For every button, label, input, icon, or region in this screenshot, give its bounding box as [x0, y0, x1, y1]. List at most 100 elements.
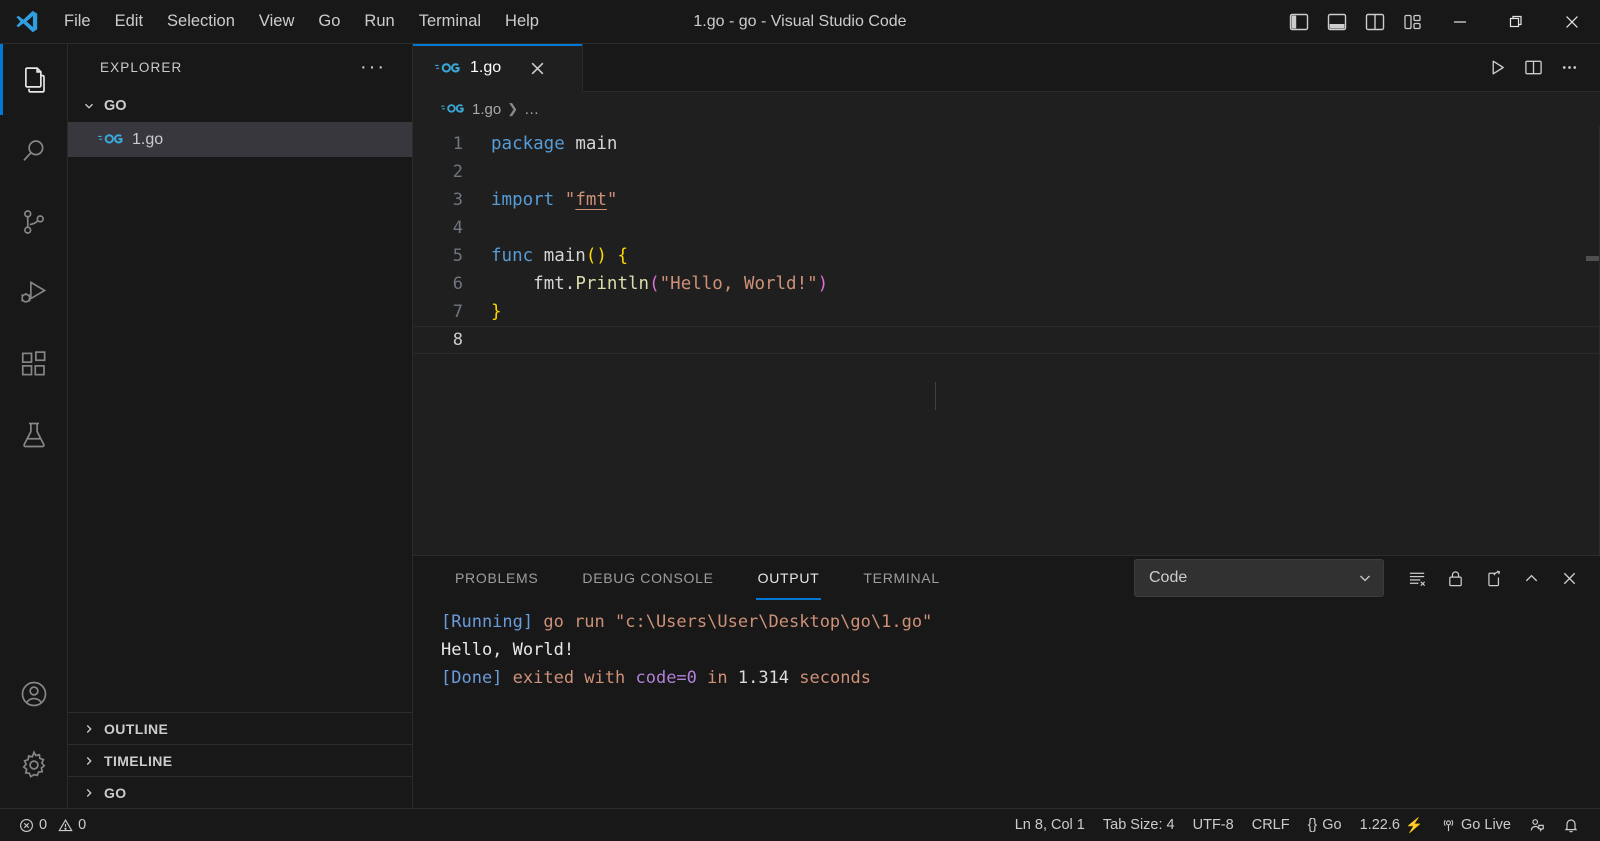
menu-view[interactable]: View: [247, 7, 306, 36]
chevron-down-icon: [1357, 570, 1373, 586]
activity-item-testing[interactable]: [0, 399, 68, 470]
output-channel-select[interactable]: Code: [1134, 559, 1384, 597]
panel-tab-problems[interactable]: PROBLEMS: [441, 556, 552, 600]
menu-run[interactable]: Run: [352, 7, 406, 36]
panel-tab-terminal[interactable]: TERMINAL: [849, 556, 953, 600]
breadcrumb-file-label: 1.go: [472, 100, 502, 118]
output-done-seconds: seconds: [789, 668, 871, 688]
breadcrumb-trail[interactable]: …: [524, 101, 539, 118]
breadcrumb-separator-icon: ❯: [507, 101, 519, 116]
output-running-command: go run "c:\Users\User\Desktop\go\1.go": [533, 612, 933, 632]
token-brace: }: [491, 302, 502, 322]
lightning-icon: ⚡: [1404, 817, 1424, 834]
token-package-ref: fmt: [533, 274, 565, 294]
breadcrumb-file[interactable]: 1.go: [441, 101, 501, 118]
go-file-icon: [441, 102, 465, 116]
panel-tab-output[interactable]: OUTPUT: [744, 556, 834, 600]
activity-item-explorer[interactable]: [0, 44, 68, 115]
token-quote: ": [564, 190, 576, 210]
window-close-button[interactable]: [1544, 0, 1600, 44]
sidebar-more-actions-icon[interactable]: ···: [354, 57, 392, 77]
menu-edit[interactable]: Edit: [103, 7, 155, 36]
play-icon[interactable]: [1480, 51, 1514, 85]
gear-icon: [19, 749, 49, 780]
menu-selection[interactable]: Selection: [155, 7, 247, 36]
status-problems[interactable]: 0 0: [10, 813, 95, 837]
status-go-version[interactable]: 1.22.6 ⚡: [1351, 813, 1432, 838]
token-dot: .: [564, 274, 576, 294]
editor-tabs-bar: 1.go: [413, 44, 1600, 92]
sidebar-section-timeline[interactable]: TIMELINE: [68, 744, 412, 776]
line-number: 1: [452, 134, 463, 154]
close-icon[interactable]: [1552, 561, 1586, 595]
token-import-path: fmt: [575, 190, 607, 210]
code-text: fmt.Println("Hello, World!"): [491, 270, 828, 298]
toggle-panel-icon[interactable]: [1318, 4, 1356, 40]
code-line-2: 2: [413, 158, 1600, 186]
sidebar-section-outline[interactable]: OUTLINE: [68, 712, 412, 744]
explorer-sidebar: EXPLORER ··· GO 1.go OUTLINE TIMELINE GO: [68, 44, 413, 808]
source-control-icon: [19, 207, 49, 237]
lock-icon[interactable]: [1438, 561, 1472, 595]
menu-file[interactable]: File: [52, 7, 103, 36]
code-text: import "fmt": [491, 186, 617, 214]
output-view[interactable]: [Running] go run "c:\Users\User\Desktop\…: [413, 600, 1600, 808]
output-line-running: [Running] go run "c:\Users\User\Desktop\…: [441, 608, 1600, 636]
status-cursor-position[interactable]: Ln 8, Col 1: [1006, 813, 1094, 837]
code-text: func main() {: [491, 242, 628, 270]
output-done-in: in: [696, 668, 738, 688]
output-channel-value: Code: [1149, 569, 1188, 586]
token-paren-open: (: [649, 274, 660, 294]
chevron-up-icon[interactable]: [1514, 561, 1548, 595]
code-editor[interactable]: 1 package main 2 3 import "fmt" 4 5 func…: [413, 126, 1600, 555]
editor-tab-1go[interactable]: 1.go: [413, 44, 583, 92]
window-minimize-button[interactable]: [1432, 0, 1488, 44]
menu-help[interactable]: Help: [493, 7, 551, 36]
activity-item-extensions[interactable]: [0, 328, 68, 399]
split-editor-icon[interactable]: [1516, 51, 1550, 85]
toggle-secondary-sidebar-icon[interactable]: [1356, 4, 1394, 40]
account-icon: [19, 679, 49, 709]
clear-all-icon[interactable]: [1400, 561, 1434, 595]
sidebar-section-go[interactable]: GO: [68, 776, 412, 808]
title-bar-right: [1280, 0, 1600, 43]
panel-tabs: PROBLEMS DEBUG CONSOLE OUTPUT TERMINAL C…: [413, 556, 1600, 600]
vscode-logo-icon: [0, 8, 52, 35]
editor-actions: [1480, 44, 1600, 92]
code-line-5: 5 func main() {: [413, 242, 1600, 270]
explorer-folder-go[interactable]: GO: [68, 90, 412, 122]
token-keyword: package: [491, 134, 565, 154]
close-icon[interactable]: [524, 55, 550, 81]
status-notifications[interactable]: [1554, 813, 1588, 837]
editor-scrollbar[interactable]: [1586, 256, 1600, 261]
status-encoding[interactable]: UTF-8: [1184, 813, 1243, 837]
menu-terminal[interactable]: Terminal: [407, 7, 493, 36]
explorer-file-1go[interactable]: 1.go: [68, 122, 412, 157]
activity-item-run-debug[interactable]: [0, 257, 68, 328]
status-eol[interactable]: CRLF: [1243, 813, 1299, 837]
breadcrumb: 1.go ❯ …: [413, 92, 1600, 126]
window-restore-button[interactable]: [1488, 0, 1544, 44]
menu-go[interactable]: Go: [306, 7, 352, 36]
chevron-right-icon: [80, 786, 98, 800]
token-keyword: func: [491, 246, 534, 266]
status-tab-size[interactable]: Tab Size: 4: [1094, 813, 1184, 837]
activity-item-settings[interactable]: [0, 729, 68, 800]
toggle-primary-sidebar-icon[interactable]: [1280, 4, 1318, 40]
activity-item-source-control[interactable]: [0, 186, 68, 257]
status-feedback[interactable]: [1520, 813, 1554, 837]
status-go-live[interactable]: Go Live: [1432, 813, 1520, 837]
open-in-editor-icon[interactable]: [1476, 561, 1510, 595]
status-language-mode[interactable]: {} Go: [1299, 813, 1351, 837]
line-number: 8: [452, 330, 463, 350]
token-quote: ": [606, 190, 618, 210]
editor-tab-label: 1.go: [470, 59, 502, 76]
code-text: package main: [491, 130, 617, 158]
panel-tab-debug-console[interactable]: DEBUG CONSOLE: [568, 556, 727, 600]
activity-item-accounts[interactable]: [0, 658, 68, 729]
ellipsis-icon[interactable]: [1552, 51, 1586, 85]
customize-layout-icon[interactable]: [1394, 4, 1432, 40]
activity-item-search[interactable]: [0, 115, 68, 186]
sidebar-section-timeline-label: TIMELINE: [104, 752, 173, 769]
